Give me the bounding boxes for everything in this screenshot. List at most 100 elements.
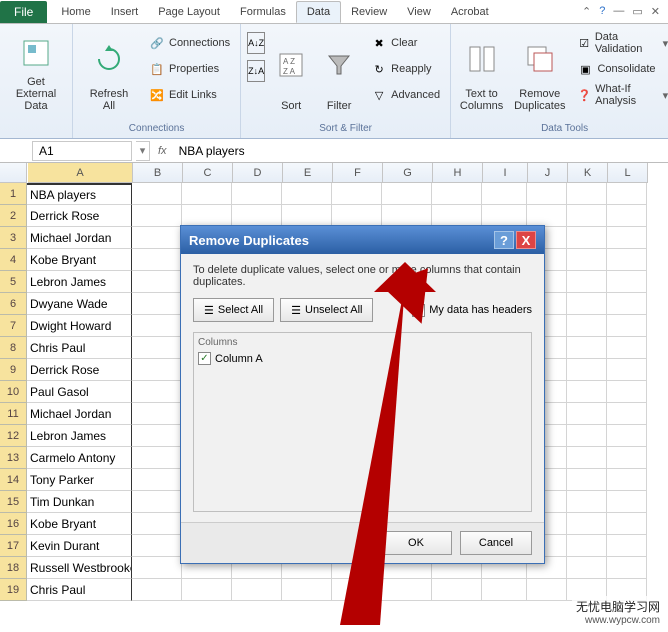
dialog-close-button[interactable]: X xyxy=(516,231,536,249)
data-validation-button[interactable]: ☑Data Validation▾ xyxy=(573,32,668,54)
cell[interactable] xyxy=(567,293,607,315)
cell[interactable]: Chris Paul xyxy=(27,579,132,601)
row-header[interactable]: 17 xyxy=(0,535,27,557)
headers-checkbox-label[interactable]: My data has headers xyxy=(412,304,532,317)
cell[interactable] xyxy=(382,205,432,227)
cell[interactable] xyxy=(527,205,567,227)
cell[interactable] xyxy=(567,271,607,293)
cell[interactable] xyxy=(282,183,332,205)
cell[interactable]: Carmelo Antony xyxy=(27,447,132,469)
cell[interactable]: Chris Paul xyxy=(27,337,132,359)
cell[interactable] xyxy=(607,425,647,447)
column-a-item[interactable]: ✓ Column A xyxy=(198,352,527,365)
cell[interactable] xyxy=(182,579,232,601)
row-header[interactable]: 11 xyxy=(0,403,27,425)
cell[interactable] xyxy=(607,315,647,337)
tab-home[interactable]: Home xyxy=(51,1,100,23)
cell[interactable] xyxy=(132,535,182,557)
ok-button[interactable]: OK xyxy=(380,531,452,555)
get-external-data-button[interactable]: Get External Data xyxy=(6,28,66,116)
cell[interactable] xyxy=(567,447,607,469)
tab-insert[interactable]: Insert xyxy=(101,1,149,23)
col-header-G[interactable]: G xyxy=(383,163,433,183)
cell[interactable] xyxy=(567,535,607,557)
row-header[interactable]: 5 xyxy=(0,271,27,293)
cell[interactable]: NBA players xyxy=(27,183,132,205)
cell[interactable] xyxy=(607,557,647,579)
properties-button[interactable]: 📋Properties xyxy=(145,58,234,80)
cell[interactable] xyxy=(607,447,647,469)
row-header[interactable]: 13 xyxy=(0,447,27,469)
cell[interactable] xyxy=(132,337,182,359)
cell[interactable] xyxy=(132,513,182,535)
cell[interactable] xyxy=(432,205,482,227)
cell[interactable] xyxy=(232,183,282,205)
cell[interactable] xyxy=(332,579,382,601)
cell[interactable]: Derrick Rose xyxy=(27,359,132,381)
cell[interactable] xyxy=(132,205,182,227)
remove-duplicates-button[interactable]: Remove Duplicates xyxy=(512,28,567,116)
cell[interactable] xyxy=(132,271,182,293)
window-close-icon[interactable]: ✕ xyxy=(651,5,660,18)
cell[interactable] xyxy=(282,205,332,227)
col-header-A[interactable]: A xyxy=(28,163,133,183)
cell[interactable] xyxy=(432,183,482,205)
cell[interactable] xyxy=(132,447,182,469)
cell[interactable] xyxy=(132,315,182,337)
cell[interactable]: Russell Westbrooke xyxy=(27,557,132,579)
row-header[interactable]: 18 xyxy=(0,557,27,579)
cell[interactable]: Kobe Bryant xyxy=(27,249,132,271)
col-header-B[interactable]: B xyxy=(133,163,183,183)
tab-data[interactable]: Data xyxy=(296,1,341,23)
col-header-F[interactable]: F xyxy=(333,163,383,183)
col-header-K[interactable]: K xyxy=(568,163,608,183)
sort-descending-button[interactable]: Z↓A xyxy=(247,60,265,82)
cell[interactable] xyxy=(482,205,527,227)
cell[interactable] xyxy=(607,513,647,535)
cell[interactable] xyxy=(567,469,607,491)
col-header-I[interactable]: I xyxy=(483,163,528,183)
refresh-all-button[interactable]: Refresh All xyxy=(79,28,139,116)
cell[interactable] xyxy=(567,337,607,359)
what-if-button[interactable]: ❓What-If Analysis▾ xyxy=(573,84,668,106)
cell[interactable] xyxy=(567,359,607,381)
row-header[interactable]: 3 xyxy=(0,227,27,249)
cell[interactable] xyxy=(567,227,607,249)
cell[interactable] xyxy=(132,227,182,249)
cell[interactable] xyxy=(607,337,647,359)
cell[interactable] xyxy=(132,249,182,271)
row-header[interactable]: 4 xyxy=(0,249,27,271)
cell[interactable] xyxy=(132,491,182,513)
cell[interactable]: Michael Jordan xyxy=(27,227,132,249)
ribbon-min-icon[interactable]: ⌃ xyxy=(582,5,591,18)
cell[interactable] xyxy=(607,249,647,271)
cell[interactable]: Dwight Howard xyxy=(27,315,132,337)
cell[interactable] xyxy=(527,579,567,601)
cell[interactable] xyxy=(527,183,567,205)
filter-button[interactable]: Filter xyxy=(317,28,361,116)
cell[interactable] xyxy=(567,403,607,425)
cell[interactable] xyxy=(132,557,182,579)
cell[interactable] xyxy=(607,381,647,403)
cell[interactable]: Kobe Bryant xyxy=(27,513,132,535)
cell[interactable] xyxy=(607,535,647,557)
cancel-button[interactable]: Cancel xyxy=(460,531,532,555)
cell[interactable] xyxy=(132,425,182,447)
help-icon[interactable]: ? xyxy=(599,5,605,18)
tab-acrobat[interactable]: Acrobat xyxy=(441,1,499,23)
cell[interactable] xyxy=(182,183,232,205)
cell[interactable] xyxy=(567,557,607,579)
cell[interactable]: Lebron James xyxy=(27,425,132,447)
cell[interactable]: Paul Gasol xyxy=(27,381,132,403)
sort-button[interactable]: A ZZ A Sort xyxy=(271,28,311,116)
name-box-dropdown[interactable]: ▾ xyxy=(136,141,150,161)
col-header-C[interactable]: C xyxy=(183,163,233,183)
row-header[interactable]: 12 xyxy=(0,425,27,447)
cell[interactable]: Kevin Durant xyxy=(27,535,132,557)
tab-review[interactable]: Review xyxy=(341,1,397,23)
cell[interactable]: Dwyane Wade xyxy=(27,293,132,315)
cell[interactable] xyxy=(382,579,432,601)
row-header[interactable]: 14 xyxy=(0,469,27,491)
cell[interactable] xyxy=(332,205,382,227)
cell[interactable] xyxy=(132,403,182,425)
